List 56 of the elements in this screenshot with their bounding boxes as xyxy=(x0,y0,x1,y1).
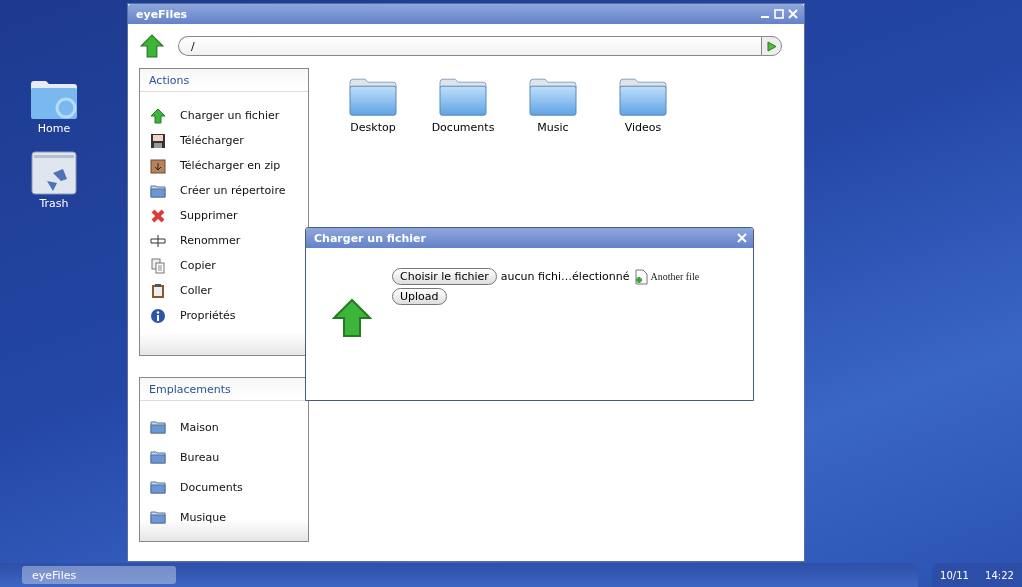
folder-icon xyxy=(619,78,667,117)
folder-icon xyxy=(150,182,166,199)
desktop-icon-label[interactable]: Home xyxy=(37,122,71,135)
clipboard-icon xyxy=(150,282,166,299)
folder-icon xyxy=(150,479,166,495)
sidebar-item[interactable]: Renommer xyxy=(180,234,241,247)
path-field[interactable]: / xyxy=(178,36,761,56)
dialog-title: Charger un fichier xyxy=(314,231,426,245)
date-text: 10/11 xyxy=(940,569,969,581)
play-icon xyxy=(766,40,777,52)
sidebar-item[interactable]: Télécharger xyxy=(180,134,244,147)
sidebar-item[interactable]: Supprimer xyxy=(180,209,238,222)
desktop-icon-label[interactable]: Trash xyxy=(39,197,69,210)
maximize-icon[interactable] xyxy=(774,9,784,19)
file-status-text: aucun fichi…électionné xyxy=(500,270,630,283)
sidebar-item[interactable]: Coller xyxy=(180,284,212,297)
folder-name[interactable]: Documents xyxy=(431,121,495,135)
folder-icon xyxy=(529,78,577,117)
sidebar-item[interactable]: Créer un répertoire xyxy=(180,184,286,197)
sidebar-item[interactable]: Bureau xyxy=(180,450,220,464)
folder-icon xyxy=(150,419,166,435)
time-text: 14:22 xyxy=(985,569,1014,581)
close-icon[interactable] xyxy=(788,9,798,19)
close-icon[interactable] xyxy=(737,233,747,243)
choose-file-button[interactable]: Choisir le fichier xyxy=(392,268,497,285)
delete-cross-icon xyxy=(150,207,166,224)
add-file-icon xyxy=(633,268,648,285)
folder-name[interactable]: Desktop xyxy=(350,121,396,135)
folder-icon xyxy=(150,509,166,525)
upload-button[interactable]: Upload xyxy=(392,288,447,305)
folder-name[interactable]: Videos xyxy=(624,121,662,135)
upload-arrow-icon xyxy=(140,34,164,58)
another-file-link[interactable]: Another file xyxy=(633,268,700,285)
text-cursor-icon xyxy=(150,232,166,249)
panel-title: Actions xyxy=(140,69,308,92)
folder-icon xyxy=(349,78,397,117)
home-folder-icon xyxy=(30,80,78,120)
upload-arrow-icon xyxy=(332,298,372,338)
sidebar-item[interactable]: Musique xyxy=(180,510,226,524)
sidebar-item[interactable]: Documents xyxy=(180,480,243,494)
folder-icon xyxy=(150,449,166,465)
package-icon xyxy=(150,157,166,174)
folder-icon xyxy=(439,78,487,117)
trash-icon xyxy=(31,151,77,195)
go-button[interactable] xyxy=(761,36,782,56)
window-title: eyeFiles xyxy=(136,7,188,21)
panel-title: Emplacements xyxy=(140,378,308,401)
info-icon xyxy=(150,307,166,324)
sidebar-item[interactable]: Charger un fichier xyxy=(180,109,280,122)
sidebar-item[interactable]: Propriétés xyxy=(180,309,236,322)
copy-icon xyxy=(150,257,166,274)
sidebar-item[interactable]: Copier xyxy=(180,259,216,272)
folder-name[interactable]: Music xyxy=(537,121,569,135)
upload-arrow-icon xyxy=(150,107,166,124)
sidebar-item[interactable]: Maison xyxy=(180,420,219,434)
sidebar-item[interactable]: Télécharger en zip xyxy=(180,159,281,172)
